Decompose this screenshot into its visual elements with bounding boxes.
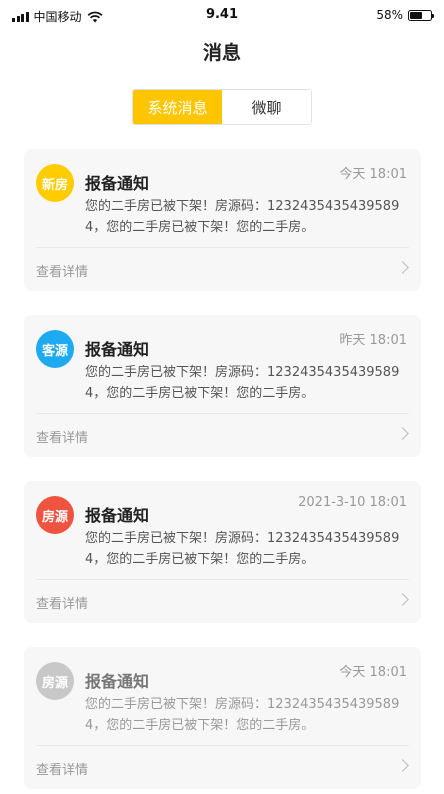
chevron-right-icon[interactable]: [396, 261, 409, 274]
view-details-link[interactable]: 查看详情: [36, 759, 88, 778]
tab-micro-chat[interactable]: 微聊: [222, 90, 311, 124]
battery-percent: 58%: [376, 8, 403, 22]
message-time: 今天 18:01: [339, 167, 407, 182]
message-card[interactable]: 房源 报备通知 今天 18:01 您的二手房已被下架！房源码：123243543…: [24, 647, 421, 789]
divider: [36, 413, 409, 414]
divider: [36, 579, 409, 580]
message-title: 报备通知: [85, 506, 150, 525]
view-details-link[interactable]: 查看详情: [36, 593, 88, 612]
message-time: 昨天 18:01: [339, 333, 407, 348]
category-badge: 房源: [36, 662, 74, 700]
category-badge: 房源: [36, 496, 74, 534]
message-card[interactable]: 客源 报备通知 昨天 18:01 您的二手房已被下架！房源码：123243543…: [24, 315, 421, 457]
message-time: 今天 18:01: [339, 665, 407, 680]
category-badge: 客源: [36, 330, 74, 368]
message-body: 您的二手房已被下架！房源码：12324354354395894，您的二手房已被下…: [85, 697, 400, 733]
message-card[interactable]: 房源 报备通知 2021-3-10 18:01 您的二手房已被下架！房源码：12…: [24, 481, 421, 623]
battery-level: [410, 11, 422, 19]
divider: [36, 745, 409, 746]
message-card[interactable]: 新房 报备通知 今天 18:01 您的二手房已被下架！房源码：123243543…: [24, 149, 421, 291]
message-type-tabs: 系统消息 微聊: [132, 89, 312, 125]
view-details-link[interactable]: 查看详情: [36, 427, 88, 446]
chevron-right-icon[interactable]: [396, 759, 409, 772]
message-body: 您的二手房已被下架！房源码：12324354354395894，您的二手房已被下…: [85, 199, 400, 235]
status-bar: 中国移动 9.41 58%: [0, 0, 444, 30]
message-title: 报备通知: [85, 174, 150, 193]
chevron-right-icon[interactable]: [396, 593, 409, 606]
message-body: 您的二手房已被下架！房源码：12324354354395894，您的二手房已被下…: [85, 365, 400, 401]
battery-icon: [408, 9, 434, 21]
category-badge: 新房: [36, 164, 74, 202]
tab-system-messages[interactable]: 系统消息: [133, 90, 222, 124]
divider: [36, 247, 409, 248]
chevron-right-icon[interactable]: [396, 427, 409, 440]
status-right: 58%: [376, 8, 434, 22]
view-details-link[interactable]: 查看详情: [36, 261, 88, 280]
message-body: 您的二手房已被下架！房源码：12324354354395894，您的二手房已被下…: [85, 531, 400, 567]
message-title: 报备通知: [85, 672, 150, 691]
page-title: 消息: [202, 42, 241, 64]
message-time: 2021-3-10 18:01: [298, 495, 407, 510]
message-title: 报备通知: [85, 340, 150, 359]
